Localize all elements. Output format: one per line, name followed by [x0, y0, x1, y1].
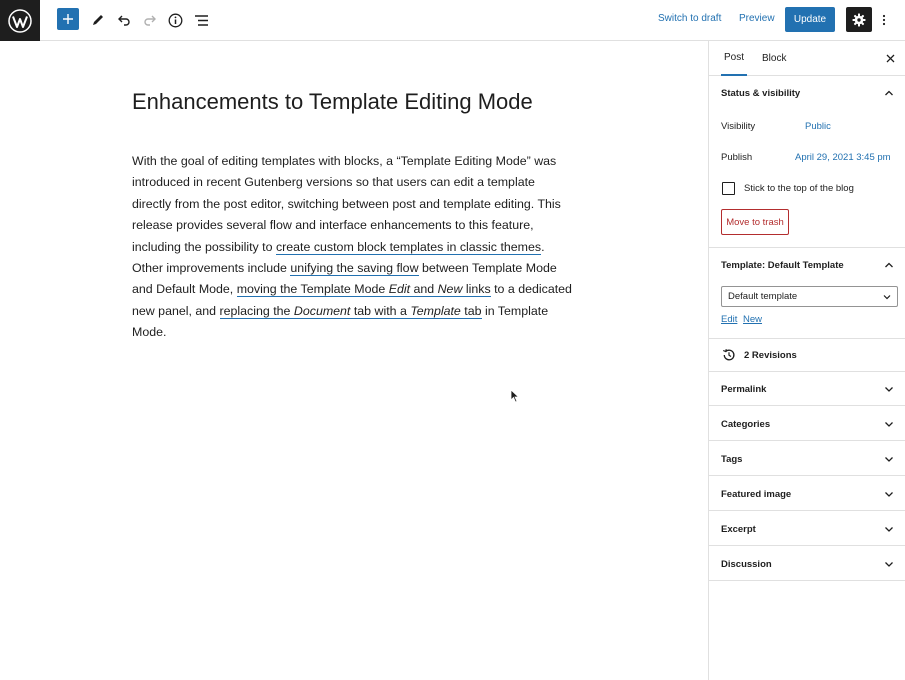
- close-sidebar-button[interactable]: [883, 51, 897, 65]
- options-button[interactable]: [877, 8, 891, 32]
- link-moving-template-mode-links[interactable]: moving the Template Mode Edit and New li…: [236, 282, 491, 298]
- sidebar-tabs: Post Block: [709, 41, 905, 76]
- panel-title: Status & visibility: [721, 88, 801, 99]
- visibility-toggle[interactable]: Public: [805, 121, 831, 132]
- link-text: links: [462, 282, 491, 297]
- chevron-down-icon: [885, 387, 893, 392]
- add-block-button[interactable]: [57, 8, 79, 30]
- chevron-down-icon: [883, 295, 891, 300]
- update-button[interactable]: Update: [785, 7, 835, 32]
- panel-title: Featured image: [721, 489, 792, 500]
- chevron-down-icon: [885, 492, 893, 497]
- panel-title: Excerpt: [721, 524, 756, 535]
- plus-icon: [63, 14, 73, 24]
- panel-title: Discussion: [721, 559, 772, 570]
- new-template-link[interactable]: New: [743, 314, 762, 325]
- link-replacing-document-tab[interactable]: replacing the Document tab with a Templa…: [219, 303, 482, 319]
- publish-label: Publish: [721, 152, 753, 163]
- history-icon: [722, 349, 735, 361]
- edit-template-link[interactable]: Edit: [721, 314, 737, 325]
- body-text: With the goal of editing templates with …: [132, 154, 561, 254]
- panel-template-toggle[interactable]: Template: Default Template: [709, 248, 905, 282]
- link-text-italic: Template: [410, 303, 461, 318]
- link-text-italic: Edit: [388, 282, 411, 297]
- revisions-label: 2 Revisions: [744, 350, 797, 361]
- post-title[interactable]: Enhancements to Template Editing Mode: [132, 89, 533, 115]
- chevron-down-icon: [885, 457, 893, 462]
- publish-date-toggle[interactable]: April 29, 2021 3:45 pm: [795, 152, 891, 163]
- panel-title: Template: Default Template: [721, 260, 844, 271]
- chevron-down-icon: [885, 562, 893, 567]
- switch-to-draft-button[interactable]: Switch to draft: [658, 13, 721, 24]
- link-text-italic: Document: [293, 303, 351, 318]
- preview-button[interactable]: Preview: [739, 13, 775, 24]
- wordpress-logo-icon[interactable]: [0, 0, 40, 41]
- link-text: tab: [460, 303, 482, 318]
- link-custom-block-templates[interactable]: create custom block templates in classic…: [275, 239, 542, 255]
- tools-button[interactable]: [86, 8, 110, 32]
- link-text: replacing the: [219, 303, 294, 318]
- link-text: and: [410, 282, 438, 297]
- link-text-italic: New: [437, 282, 463, 297]
- move-to-trash-button[interactable]: Move to trash: [721, 209, 789, 235]
- mouse-pointer-icon: [510, 389, 520, 403]
- info-icon: [168, 13, 182, 27]
- chevron-down-icon: [885, 422, 893, 427]
- panel-categories-toggle[interactable]: Categories: [709, 407, 905, 441]
- panel-permalink-toggle[interactable]: Permalink: [709, 372, 905, 406]
- panel-title: Categories: [721, 419, 771, 430]
- panel-featured-image-toggle[interactable]: Featured image: [709, 477, 905, 511]
- link-text: tab with a: [350, 303, 411, 318]
- pencil-icon: [93, 15, 103, 25]
- link-unifying-saving-flow[interactable]: unifying the saving flow: [290, 261, 419, 277]
- tab-post[interactable]: Post: [721, 41, 747, 76]
- close-icon: [886, 54, 894, 62]
- undo-icon: [118, 15, 130, 26]
- list-view-button[interactable]: [189, 8, 213, 32]
- sticky-label: Stick to the top of the blog: [744, 183, 854, 194]
- panel-discussion-toggle[interactable]: Discussion: [709, 547, 905, 581]
- post-paragraph[interactable]: With the goal of editing templates with …: [132, 151, 577, 344]
- redo-button[interactable]: [138, 8, 162, 32]
- panel-status-visibility-toggle[interactable]: Status & visibility: [709, 76, 905, 110]
- panel-excerpt-toggle[interactable]: Excerpt: [709, 512, 905, 546]
- chevron-up-icon: [885, 262, 893, 268]
- more-vertical-icon: [882, 14, 886, 26]
- settings-sidebar: Post Block Status & visibility Visibilit…: [708, 41, 905, 680]
- panel-title: Tags: [721, 454, 743, 465]
- panel-tags-toggle[interactable]: Tags: [709, 442, 905, 476]
- editor-canvas: Enhancements to Template Editing Mode Wi…: [0, 41, 708, 680]
- details-button[interactable]: [163, 8, 187, 32]
- editor-header: Switch to draft Preview Update: [0, 0, 905, 41]
- redo-icon: [144, 15, 156, 26]
- chevron-up-icon: [885, 90, 893, 96]
- undo-button[interactable]: [112, 8, 136, 32]
- tab-block[interactable]: Block: [762, 41, 786, 76]
- template-select[interactable]: Default template: [721, 286, 898, 307]
- link-text: moving the Template Mode: [236, 282, 389, 297]
- list-view-icon: [194, 14, 208, 26]
- settings-button[interactable]: [846, 7, 872, 32]
- sticky-checkbox[interactable]: [722, 182, 735, 195]
- revisions-link[interactable]: 2 Revisions: [709, 338, 905, 372]
- panel-title: Permalink: [721, 384, 767, 395]
- chevron-down-icon: [885, 527, 893, 532]
- visibility-label: Visibility: [721, 121, 756, 132]
- gear-icon: [852, 13, 866, 26]
- template-select-value: Default template: [728, 291, 798, 302]
